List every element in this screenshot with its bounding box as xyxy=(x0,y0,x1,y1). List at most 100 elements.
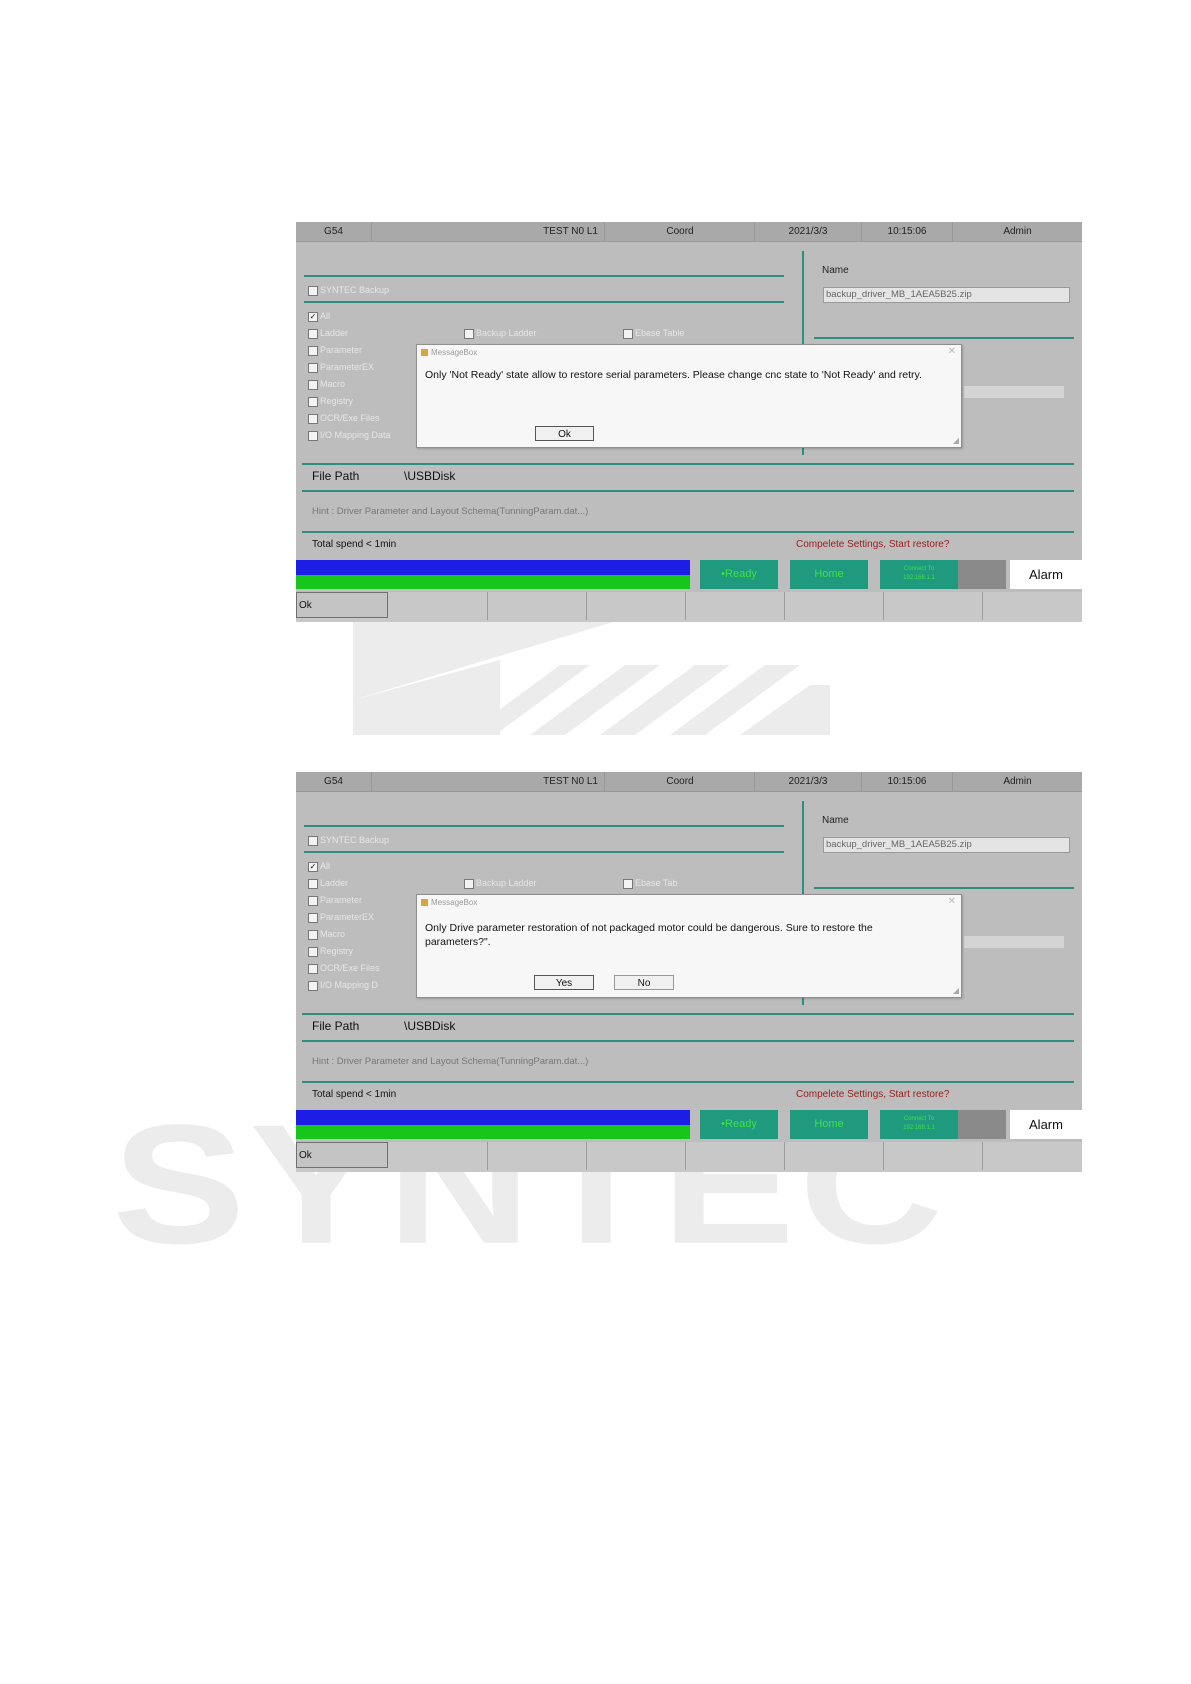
progress-bar-top xyxy=(296,1110,690,1125)
no-button[interactable]: No xyxy=(614,975,674,990)
hint-text: Hint : Driver Parameter and Layout Schem… xyxy=(312,506,589,517)
resize-grip-icon[interactable]: ◢ xyxy=(953,986,959,995)
mapping-data-checkbox[interactable] xyxy=(308,431,318,441)
divider xyxy=(302,490,1074,492)
divider xyxy=(304,301,784,303)
status-header: G54 TEST N0 L1 Coord 2021/3/3 10:15:06 A… xyxy=(296,772,1082,792)
alarm-button[interactable]: Alarm xyxy=(1010,1110,1082,1139)
screenshot-restore-confirm: G54 TEST N0 L1 Coord 2021/3/3 10:15:06 A… xyxy=(296,772,1082,1172)
ocr-files-checkbox[interactable] xyxy=(308,964,318,974)
syntec-backup-checkbox[interactable] xyxy=(308,836,318,846)
app-icon xyxy=(421,349,428,357)
divider xyxy=(302,1013,1074,1015)
alarm-button[interactable]: Alarm xyxy=(1010,560,1082,589)
softkey[interactable] xyxy=(587,1142,686,1170)
status-blank xyxy=(958,1110,1006,1139)
macro-checkbox[interactable] xyxy=(308,930,318,940)
restore-prompt: Compelete Settings, Start restore? xyxy=(796,1089,950,1100)
close-icon[interactable]: ✕ xyxy=(948,896,956,907)
status-header: G54 TEST N0 L1 Coord 2021/3/3 10:15:06 A… xyxy=(296,222,1082,242)
softkey[interactable] xyxy=(587,592,686,620)
coordinate-system: G54 xyxy=(296,222,372,241)
ok-button[interactable]: Ok xyxy=(535,426,594,441)
file-path-label: File Path xyxy=(312,469,360,483)
ladder-label: Ladder xyxy=(320,328,349,338)
softkey[interactable] xyxy=(392,1142,488,1170)
user-label: Admin xyxy=(1003,776,1032,787)
ebase-table-label: Ebase Tab xyxy=(635,878,678,888)
ok-softkey[interactable]: Ok xyxy=(296,592,388,618)
backup-name-field[interactable]: backup_driver_MB_1AEA5B25.zip xyxy=(823,287,1070,303)
restore-prompt: Compelete Settings, Start restore? xyxy=(796,539,950,550)
date-label: 2021/3/3 xyxy=(755,772,862,791)
file-path-value[interactable]: \USBDisk xyxy=(404,1019,455,1033)
softkey[interactable] xyxy=(686,592,785,620)
ebase-table-checkbox[interactable] xyxy=(623,329,633,339)
secondary-field[interactable] xyxy=(964,936,1064,948)
divider xyxy=(814,337,1074,339)
parameter-checkbox[interactable] xyxy=(308,896,318,906)
softkey[interactable] xyxy=(785,1142,884,1170)
softkey[interactable] xyxy=(785,592,884,620)
progress-bar-top xyxy=(296,560,690,575)
all-checkbox[interactable]: ✓ xyxy=(308,862,318,872)
softkey[interactable] xyxy=(983,1142,1082,1170)
ocr-files-checkbox[interactable] xyxy=(308,414,318,424)
ocr-files-label: OCR/Exe Files xyxy=(320,963,380,973)
secondary-field[interactable] xyxy=(964,386,1064,398)
message-box-title: MessageBox xyxy=(421,898,477,907)
message-line: Only Drive parameter restoration of not … xyxy=(425,922,873,934)
backup-name-field[interactable]: backup_driver_MB_1AEA5B25.zip xyxy=(823,837,1070,853)
hint-text: Hint : Driver Parameter and Layout Schem… xyxy=(312,1056,589,1067)
all-label: All xyxy=(320,311,331,321)
softkey[interactable] xyxy=(884,1142,983,1170)
mode-label: Coord xyxy=(606,772,755,791)
coordinate-system: G54 xyxy=(296,772,372,791)
softkey[interactable] xyxy=(488,592,587,620)
macro-checkbox[interactable] xyxy=(308,380,318,390)
mapping-data-checkbox[interactable] xyxy=(308,981,318,991)
ladder-checkbox[interactable] xyxy=(308,879,318,889)
date-label: 2021/3/3 xyxy=(755,222,862,241)
divider xyxy=(304,851,784,853)
file-path-label: File Path xyxy=(312,1019,360,1033)
divider xyxy=(302,1040,1074,1042)
syntec-backup-checkbox[interactable] xyxy=(308,286,318,296)
softkey[interactable] xyxy=(884,592,983,620)
all-checkbox[interactable]: ✓ xyxy=(308,312,318,322)
resize-grip-icon[interactable]: ◢ xyxy=(953,436,959,445)
softkey[interactable] xyxy=(983,592,1082,620)
yes-button[interactable]: Yes xyxy=(534,975,594,990)
softkey[interactable] xyxy=(488,1142,587,1170)
connect-status: Connect To 192.168.1.1 xyxy=(880,560,958,589)
backup-ladder-label: Backup Ladder xyxy=(476,328,537,338)
app-icon xyxy=(421,899,428,907)
divider xyxy=(302,1081,1074,1083)
registry-checkbox[interactable] xyxy=(308,947,318,957)
mapping-data-label: I/O Mapping D xyxy=(320,980,379,990)
message-text: Only Drive parameter restoration of not … xyxy=(425,921,873,949)
ok-softkey[interactable]: Ok xyxy=(296,1142,388,1168)
softkey[interactable] xyxy=(686,1142,785,1170)
softkey[interactable] xyxy=(392,592,488,620)
parameter-ex-checkbox[interactable] xyxy=(308,363,318,373)
close-icon[interactable]: ✕ xyxy=(948,346,956,357)
ladder-checkbox[interactable] xyxy=(308,329,318,339)
name-label: Name xyxy=(822,815,849,826)
ebase-table-checkbox[interactable] xyxy=(623,879,633,889)
softkey-bar: Ok xyxy=(296,1142,1082,1172)
message-line: parameters?". xyxy=(425,936,491,948)
backup-ladder-checkbox[interactable] xyxy=(464,879,474,889)
registry-checkbox[interactable] xyxy=(308,397,318,407)
mode-label: Coord xyxy=(606,222,755,241)
total-time-text: Total spend < 1min xyxy=(312,539,397,550)
divider xyxy=(814,887,1074,889)
ladder-label: Ladder xyxy=(320,878,349,888)
parameter-ex-checkbox[interactable] xyxy=(308,913,318,923)
connect-label: Connect To xyxy=(903,566,935,572)
backup-ladder-checkbox[interactable] xyxy=(464,329,474,339)
total-time-text: Total spend < 1min xyxy=(312,1089,397,1100)
parameter-checkbox[interactable] xyxy=(308,346,318,356)
connect-ip: 192.168.1.1 xyxy=(903,1125,935,1131)
file-path-value[interactable]: \USBDisk xyxy=(404,469,455,483)
